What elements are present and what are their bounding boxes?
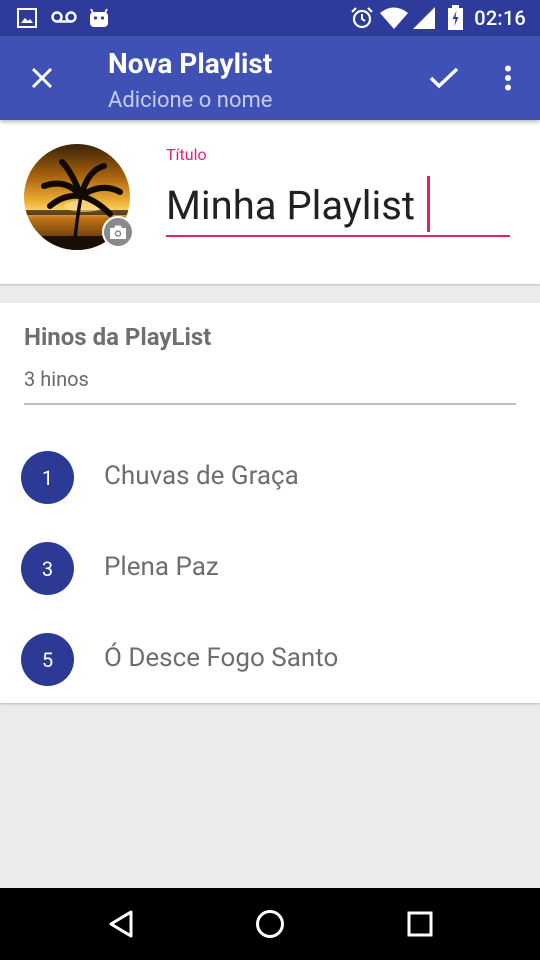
back-icon — [109, 910, 133, 938]
navigation-bar — [0, 888, 540, 960]
overflow-menu-button[interactable] — [488, 54, 528, 102]
back-button[interactable] — [96, 900, 146, 948]
list-item[interactable]: 3 Plena Paz — [0, 528, 540, 608]
app-bar: Nova Playlist Adicione o nome — [0, 36, 540, 120]
page-subtitle: Adicione o nome — [108, 88, 273, 113]
home-icon — [256, 910, 284, 938]
hymn-title: Plena Paz — [104, 552, 219, 582]
status-bar: 02:16 — [0, 0, 540, 36]
check-icon — [429, 67, 459, 89]
voicemail-icon — [51, 11, 77, 23]
wifi-icon — [380, 7, 408, 29]
hymn-count: 3 hinos — [24, 367, 89, 391]
hymns-card: Hinos da PlayList 3 hinos 1 Chuvas de Gr… — [0, 303, 540, 703]
text-cursor — [427, 176, 430, 232]
change-cover-button[interactable] — [102, 216, 134, 248]
section-divider — [24, 403, 516, 405]
list-item[interactable]: 1 Chuvas de Graça — [0, 437, 540, 517]
signal-icon — [413, 7, 435, 29]
hymn-title: Chuvas de Graça — [104, 461, 299, 491]
title-input-underline — [166, 235, 510, 237]
hymn-number-badge: 1 — [21, 451, 74, 504]
camera-icon — [110, 225, 126, 239]
hymn-number-badge: 5 — [21, 633, 74, 686]
recents-button[interactable] — [395, 900, 445, 948]
image-icon — [17, 8, 37, 28]
hymn-number-badge: 3 — [21, 542, 74, 595]
recents-icon — [407, 911, 433, 937]
page-title: Nova Playlist — [108, 47, 273, 80]
alarm-icon — [351, 7, 373, 29]
more-vert-icon — [505, 65, 511, 91]
playlist-header-card: Título — [0, 120, 540, 284]
list-item[interactable]: 5 Ó Desce Fogo Santo — [0, 619, 540, 699]
home-button[interactable] — [245, 900, 295, 948]
battery-icon — [448, 5, 463, 30]
section-title: Hinos da PlayList — [24, 323, 212, 351]
title-field-label: Título — [166, 145, 207, 164]
close-button[interactable] — [18, 54, 66, 102]
confirm-button[interactable] — [420, 54, 468, 102]
playlist-title-input[interactable] — [166, 177, 510, 233]
status-time: 02:16 — [474, 6, 526, 30]
hymn-title: Ó Desce Fogo Santo — [104, 643, 339, 673]
android-icon — [90, 8, 108, 27]
close-icon — [31, 67, 53, 89]
